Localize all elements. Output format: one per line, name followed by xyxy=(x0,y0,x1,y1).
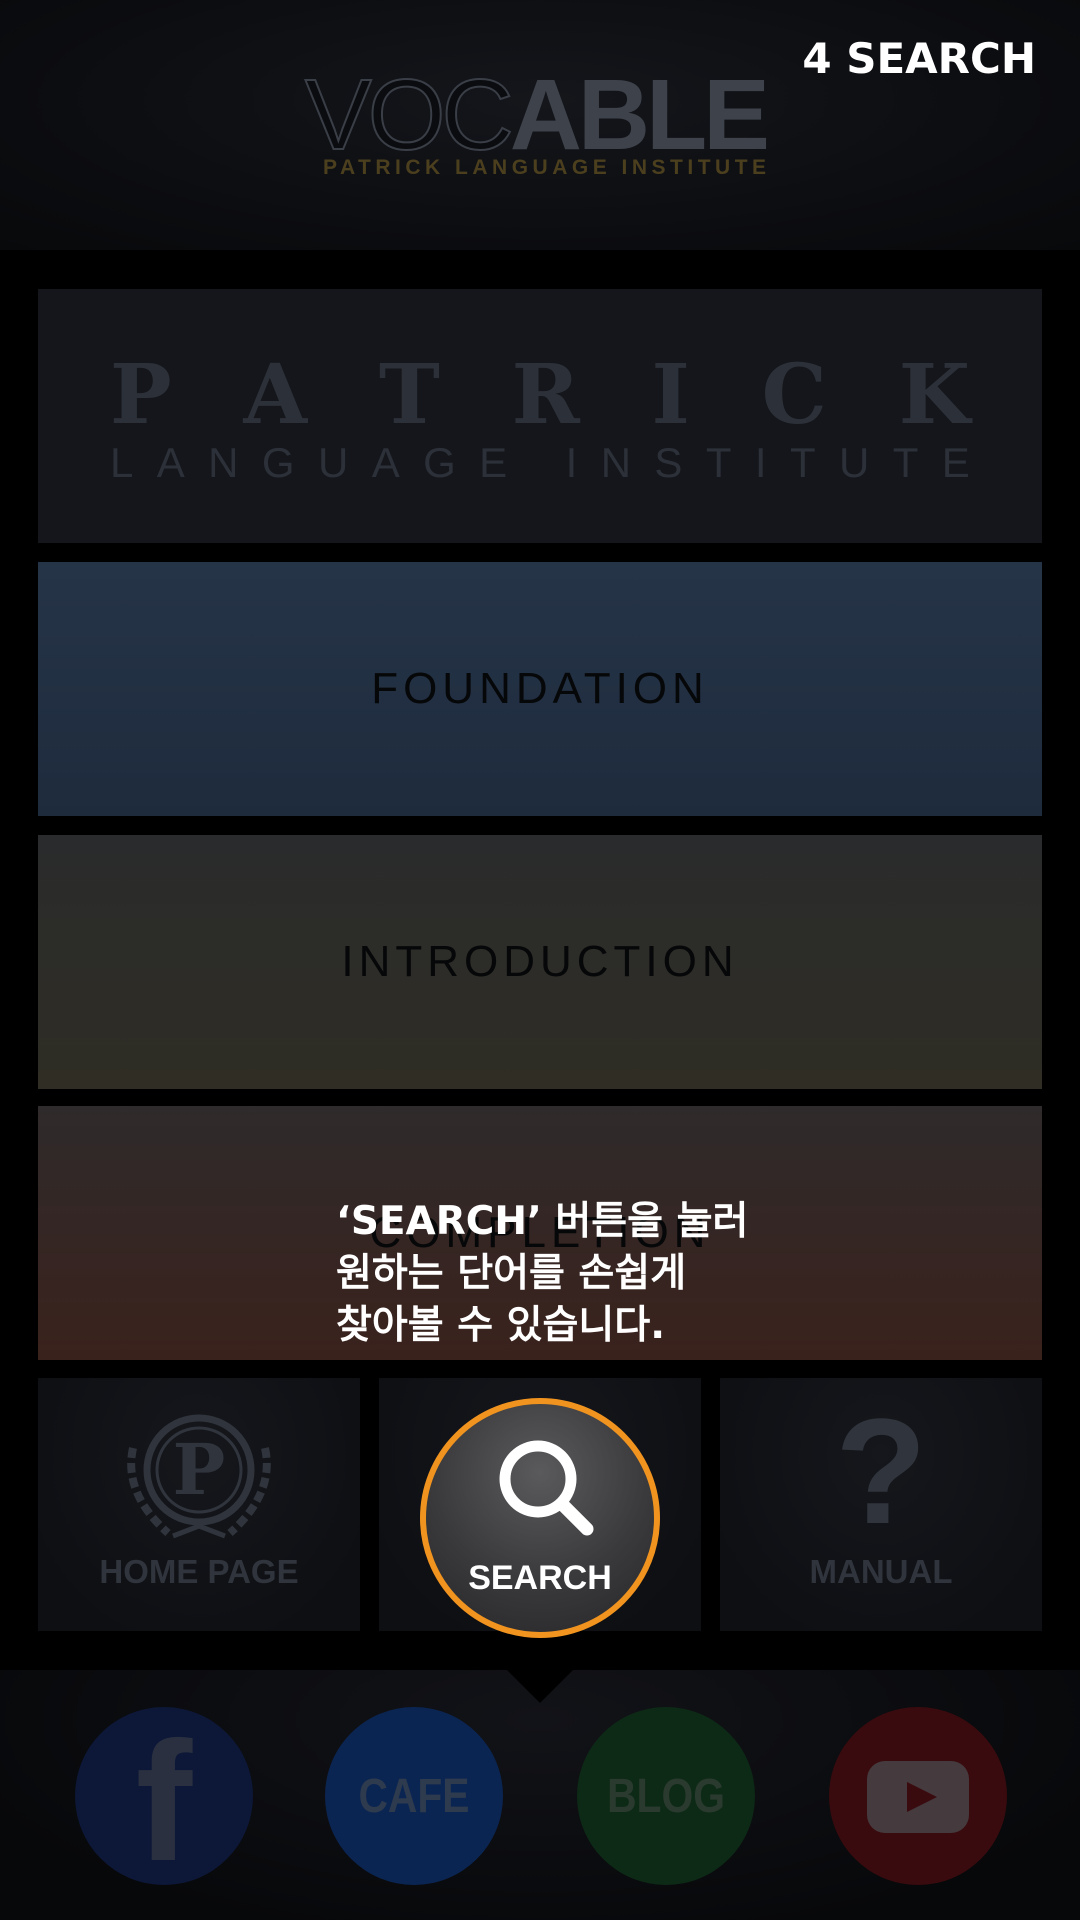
search-tooltip: ‘SEARCH’ 버튼을 눌러 원하는 단어를 손쉽게 찾아볼 수 있습니다. xyxy=(336,1196,856,1352)
home-page-label: HOME PAGE xyxy=(99,1553,299,1590)
tooltip-line: ‘SEARCH’ 버튼을 눌러 xyxy=(336,1199,749,1244)
patrick-subtitle-letter: I xyxy=(565,439,578,486)
patrick-subtitle-letter: E xyxy=(479,439,508,486)
home-page-button[interactable]: P HOME PAGE xyxy=(38,1378,360,1631)
manual-label: MANUAL xyxy=(809,1553,953,1590)
patrick-subtitle-letter: G xyxy=(423,439,456,486)
patrick-title-letter: K xyxy=(898,347,970,443)
tooltip-line: 찾아볼 수 있습니다. xyxy=(336,1303,666,1348)
patrick-banner: PATRICK LANGUAGE INSTITUTE xyxy=(38,289,1042,543)
patrick-subtitle-letter: G xyxy=(261,439,295,486)
patrick-subtitle-letter: E xyxy=(941,439,970,486)
patrick-subtitle-letter: T xyxy=(789,439,816,486)
blog-label: BLOG xyxy=(607,1770,725,1823)
logo-wordmark: VOCABLE xyxy=(304,59,770,171)
question-mark-icon: ? xyxy=(835,1387,927,1555)
patrick-subtitle-letter: T xyxy=(892,439,919,486)
tooltip-line: 원하는 단어를 손쉽게 xyxy=(336,1251,687,1296)
patrick-subtitle-letter: L xyxy=(110,439,134,486)
youtube-icon xyxy=(867,1761,969,1833)
vocable-logo: VOCABLE PATRICK LANGUAGE INSTITUTE xyxy=(304,59,775,190)
patrick-subtitle: LANGUAGE INSTITUTE xyxy=(110,439,970,487)
facebook-icon: f xyxy=(135,1707,193,1885)
patrick-title-letter: R xyxy=(511,347,580,443)
introduction-label: INTRODUCTION xyxy=(341,937,739,986)
patrick-subtitle-letter: U xyxy=(317,439,349,486)
patrick-subtitle-letter xyxy=(531,439,543,487)
youtube-button[interactable] xyxy=(829,1707,1007,1885)
patrick-subtitle-letter: U xyxy=(838,439,870,486)
patrick-subtitle-letter: I xyxy=(754,439,767,486)
manual-button[interactable]: ? MANUAL xyxy=(720,1378,1042,1631)
logo-subtitle: PATRICK LANGUAGE INSTITUTE xyxy=(323,156,771,179)
cafe-button[interactable]: CAFE xyxy=(325,1707,503,1885)
facebook-button[interactable]: f xyxy=(75,1707,253,1885)
patrick-title-letter: I xyxy=(651,347,690,443)
patrick-title: PATRICK xyxy=(110,347,970,443)
patrick-subtitle-letter: N xyxy=(600,439,632,486)
patrick-title-letter: C xyxy=(761,347,827,443)
patrick-title-letter: P xyxy=(110,347,172,443)
patrick-subtitle-letter: S xyxy=(654,439,683,486)
search-button[interactable]: SEARCH xyxy=(420,1398,660,1638)
patrick-subtitle-letter: A xyxy=(371,439,400,486)
patrick-title-letter: A xyxy=(243,347,308,443)
tooltip-pointer xyxy=(505,1668,575,1703)
patrick-subtitle-letter: N xyxy=(208,439,239,486)
foundation-label: FOUNDATION xyxy=(371,664,709,713)
blog-button[interactable]: BLOG xyxy=(577,1707,755,1885)
app-header: VOCABLE PATRICK LANGUAGE INSTITUTE 4 SEA… xyxy=(0,0,1080,250)
foundation-button[interactable]: FOUNDATION xyxy=(38,562,1042,816)
laurel-p-icon: P xyxy=(127,1414,271,1539)
svg-text:P: P xyxy=(173,1428,226,1511)
patrick-subtitle-letter: T xyxy=(705,439,732,486)
magnifier-icon xyxy=(499,1440,594,1536)
logo-voc: VOC xyxy=(304,59,515,171)
patrick-title-letter: T xyxy=(378,347,440,443)
search-label: SEARCH xyxy=(468,1559,612,1597)
tutorial-step-title: 4 SEARCH xyxy=(802,34,1036,83)
logo-able: ABLE xyxy=(509,59,770,171)
patrick-subtitle-letter: A xyxy=(156,439,185,486)
cafe-label: CAFE xyxy=(358,1770,470,1823)
introduction-button[interactable]: INTRODUCTION xyxy=(38,835,1042,1089)
